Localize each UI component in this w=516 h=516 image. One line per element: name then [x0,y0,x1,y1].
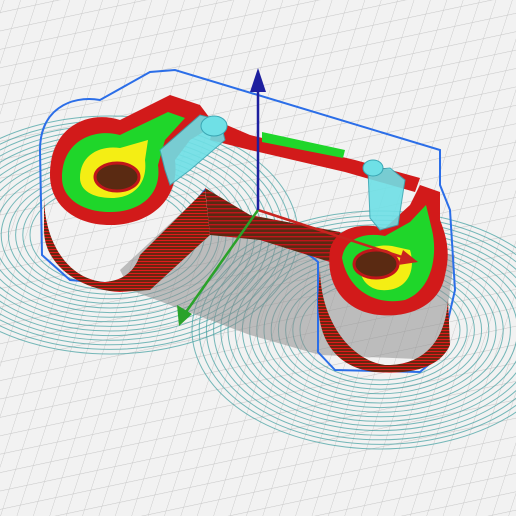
layer-preview-viewport[interactable] [0,0,516,516]
left-arm-hole [93,161,141,193]
layer-preview-canvas[interactable] [0,0,516,516]
